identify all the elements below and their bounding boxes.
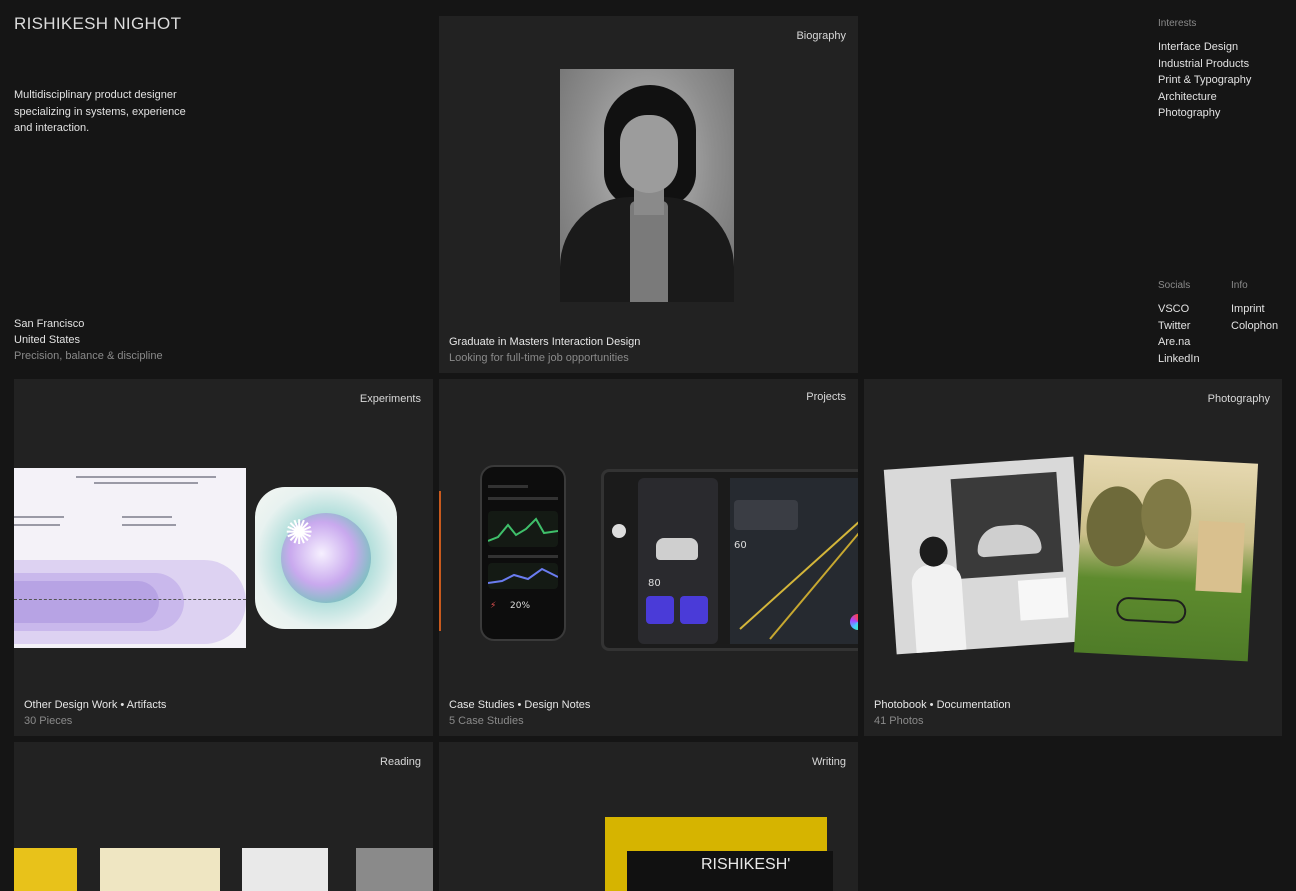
- card-title-projects: Case Studies • Design Notes: [449, 699, 591, 711]
- interest-item: Architecture: [1158, 90, 1217, 103]
- card-subtitle-projects: 5 Case Studies: [449, 715, 524, 727]
- social-link-linkedin[interactable]: LinkedIn: [1158, 351, 1200, 368]
- tablet-speed: 80: [648, 578, 661, 589]
- reading-card[interactable]: Reading: [14, 742, 433, 891]
- experiments-card[interactable]: Experiments ✺ Other Design Work • Artifa…: [14, 379, 433, 736]
- portrait-photo: [560, 69, 734, 302]
- photography-card[interactable]: Photography Photobook • Documentation 41…: [864, 379, 1282, 736]
- photo-park-bicycles: [1073, 454, 1259, 662]
- tablet-temp: 60: [734, 540, 747, 551]
- card-tag-writing: Writing: [811, 756, 846, 768]
- card-tag-experiments: Experiments: [359, 393, 421, 405]
- interest-item: Photography: [1158, 107, 1221, 119]
- motto: Precision, balance & discipline: [14, 350, 163, 362]
- socials-heading: Socials: [1158, 280, 1191, 291]
- battery-icon: ⚡: [490, 601, 497, 611]
- writing-logo-text: RISHIKESH': [701, 856, 791, 873]
- info-link-colophon[interactable]: Colophon: [1231, 318, 1278, 335]
- interest-item: Print & Typography: [1158, 74, 1252, 86]
- tablet-action-button: [680, 596, 708, 624]
- tablet-map: 60: [730, 478, 858, 644]
- car-image: [656, 538, 698, 560]
- card-subtitle-experiments: 30 Pieces: [24, 715, 73, 727]
- social-link-arena[interactable]: Are.na: [1158, 334, 1200, 351]
- phone-stat-value: 20%: [510, 601, 531, 611]
- info-section: Info Imprint Colophon: [1231, 280, 1278, 334]
- interests-heading: Interests: [1158, 18, 1197, 29]
- experiment-document-image: [14, 468, 246, 648]
- info-link-imprint[interactable]: Imprint: [1231, 301, 1278, 318]
- info-heading: Info: [1231, 280, 1248, 291]
- card-subtitle-photography: 41 Photos: [874, 715, 924, 727]
- photo-gallery-visitor: [883, 456, 1087, 655]
- location-city: San Francisco: [14, 318, 85, 330]
- book-cover: [14, 848, 77, 891]
- tablet-action-button: [646, 596, 674, 624]
- interest-item: Interface Design: [1158, 41, 1239, 53]
- color-wheel-icon: [850, 614, 858, 630]
- interests-section: Interests Interface Design Industrial Pr…: [1158, 18, 1251, 122]
- writing-card[interactable]: Writing RISHIKESH': [439, 742, 858, 891]
- location-country: United States: [14, 334, 81, 346]
- experiment-app-icon: ✺: [255, 487, 397, 629]
- social-link-twitter[interactable]: Twitter: [1158, 318, 1200, 335]
- interest-item: Industrial Products: [1158, 57, 1250, 70]
- accent-bar: [439, 491, 441, 631]
- site-title: RISHIKESH NIGHOT: [14, 14, 182, 33]
- card-tag-biography: Biography: [796, 30, 846, 42]
- tagline: Multidisciplinary product designer speci…: [14, 89, 186, 134]
- biography-card[interactable]: Biography Graduate in Masters Interactio…: [439, 16, 858, 373]
- book-cover: [356, 848, 433, 891]
- phone-mockup: ⚡ 20%: [480, 465, 566, 641]
- book-cover: [100, 848, 220, 891]
- writing-logo: [605, 817, 833, 891]
- card-title-biography: Graduate in Masters Interaction Design: [449, 336, 641, 348]
- social-link-vsco[interactable]: VSCO: [1158, 301, 1200, 318]
- book-cover: [242, 848, 328, 891]
- card-tag-projects: Projects: [806, 391, 846, 403]
- card-tag-reading: Reading: [380, 756, 421, 768]
- socials-section: Socials VSCO Twitter Are.na LinkedIn: [1158, 280, 1200, 367]
- card-title-experiments: Other Design Work • Artifacts: [24, 699, 167, 711]
- tablet-control-panel: 80: [638, 478, 718, 644]
- tablet-mockup: 80 60: [601, 469, 858, 651]
- card-tag-photography: Photography: [1207, 393, 1270, 405]
- card-subtitle-biography: Looking for full-time job opportunities: [449, 352, 629, 364]
- tablet-home-icon: [612, 524, 626, 538]
- card-title-photography: Photobook • Documentation: [874, 699, 1011, 711]
- phone-chart-bar: [487, 567, 559, 584]
- phone-chart-line: [487, 517, 559, 542]
- projects-card[interactable]: Projects ⚡ 20% 80 60 Case Studies • Desi…: [439, 379, 858, 736]
